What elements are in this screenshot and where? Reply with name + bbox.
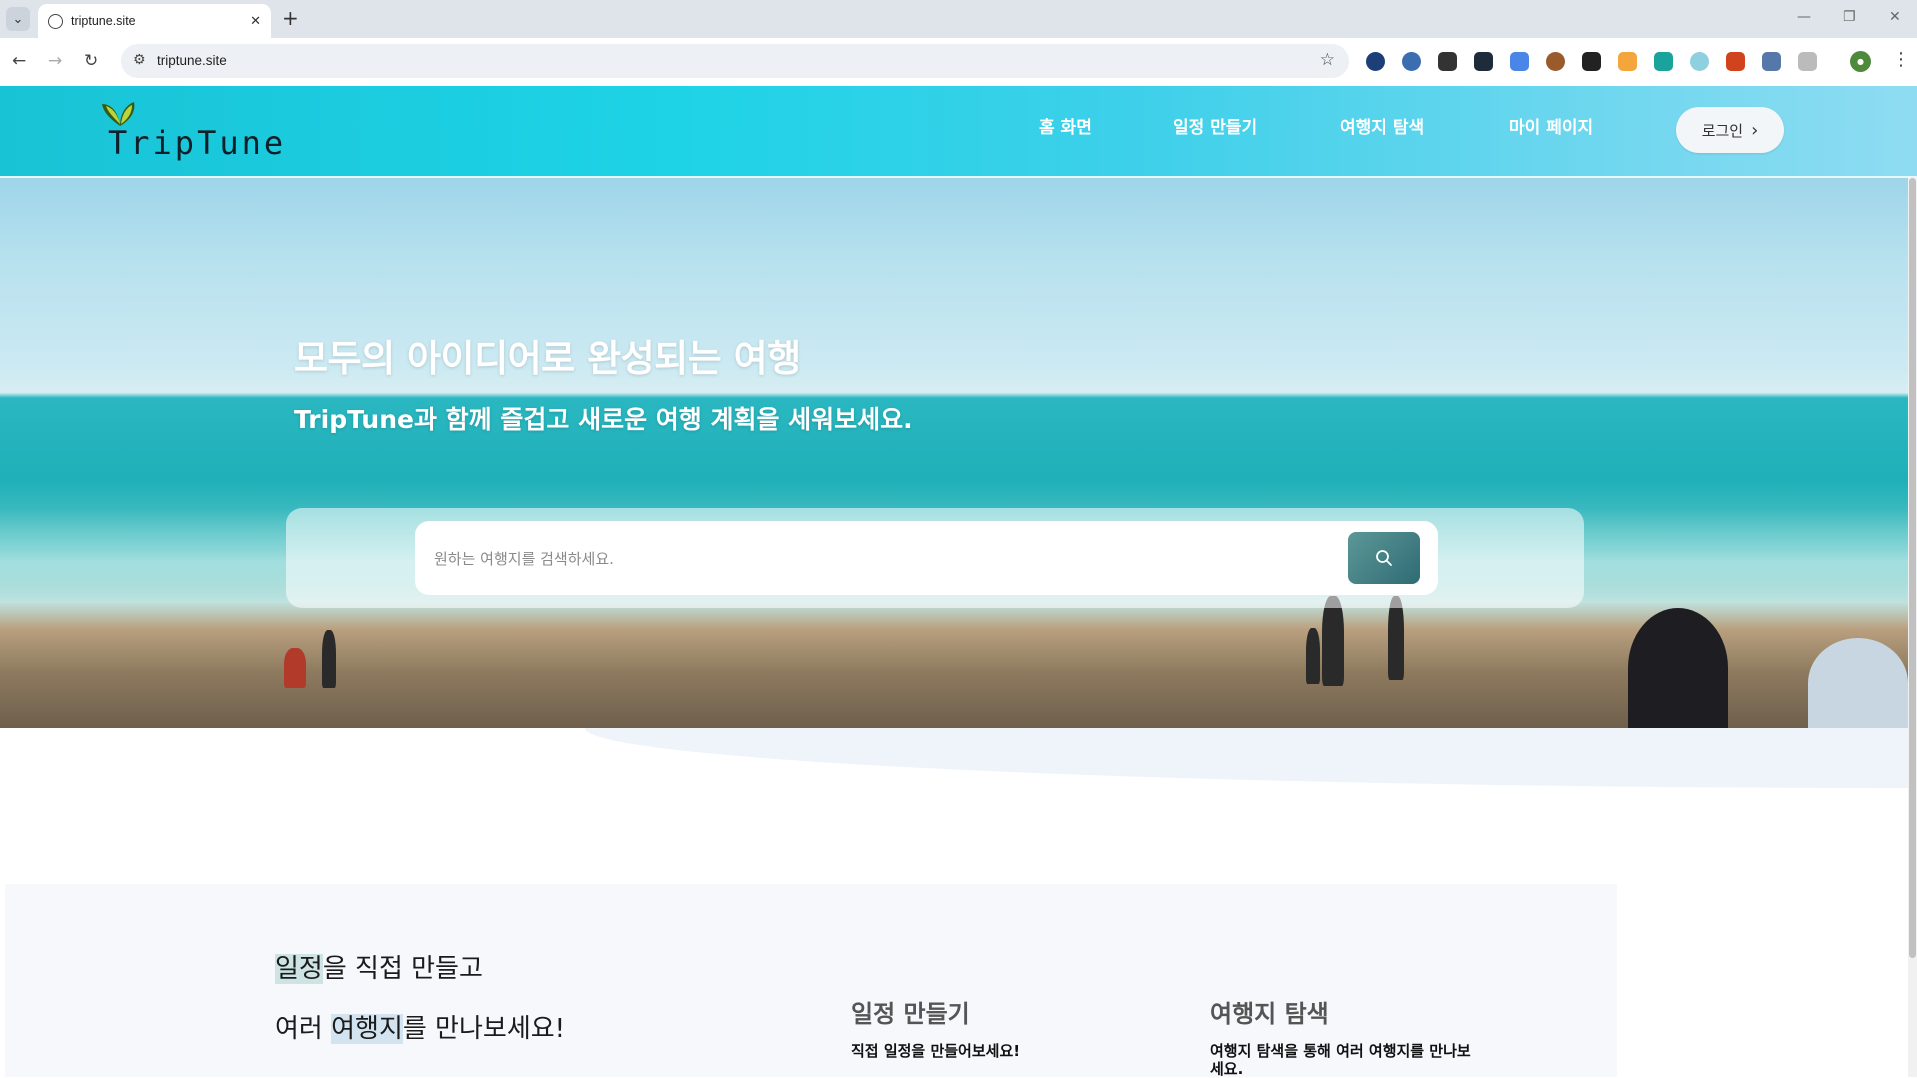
reload-icon[interactable]: ↻ (84, 51, 98, 71)
nav-my-page[interactable]: 마이 페이지 (1509, 113, 1593, 138)
close-tab-icon[interactable]: ✕ (250, 14, 261, 29)
highlight-destination: 여행지 (331, 1014, 403, 1044)
login-button[interactable]: 로그인 › (1676, 107, 1784, 153)
search-panel (286, 508, 1584, 608)
url-text[interactable]: triptune.site (157, 53, 227, 68)
minimize-icon[interactable]: — (1797, 9, 1811, 25)
beach-person-figure (284, 648, 306, 688)
site-settings-icon[interactable]: ⚙ (133, 52, 146, 68)
translate-icon[interactable] (1510, 52, 1529, 71)
browser-toolbar: ← → ↻ ⚙ triptune.site ☆ ● ⋮ (0, 38, 1917, 87)
scrollbar-thumb[interactable] (1909, 178, 1916, 958)
feature-heading-text: 을 직접 만들고 (322, 954, 483, 984)
login-label: 로그인 (1701, 121, 1744, 140)
page-scrollbar[interactable] (1908, 178, 1917, 1077)
forward-icon[interactable]: → (48, 51, 62, 71)
extension-w-icon[interactable] (1762, 52, 1781, 71)
new-tab-button[interactable]: + (282, 8, 299, 28)
bookmark-star-icon[interactable]: ☆ (1320, 50, 1335, 70)
extension-puzzle-dark-icon[interactable] (1438, 52, 1457, 71)
site-header: TripTune 홈 화면 일정 만들기 여행지 탐색 마이 페이지 로그인 › (0, 86, 1917, 178)
browser-tabbar: ⌄ triptune.site ✕ + — ❐ ✕ (0, 0, 1917, 38)
tab-title: triptune.site (71, 14, 136, 28)
highlight-schedule: 일정 (275, 954, 323, 984)
search-button[interactable] (1348, 532, 1420, 584)
globe-icon (48, 13, 63, 29)
extension-avatar-icon[interactable] (1402, 52, 1421, 71)
hero-title: 모두의 아이디어로 완성되는 여행 (294, 337, 801, 380)
circle-extension-icon[interactable] (1690, 52, 1709, 71)
extension-red-icon[interactable] (1726, 52, 1745, 71)
logo-text: TripTune (108, 124, 287, 162)
nav-home[interactable]: 홈 화면 (1039, 113, 1092, 138)
chat-extension-icon[interactable] (1654, 52, 1673, 71)
feature-heading-line2: 여러 여행지를 만나보세요! (275, 1008, 565, 1045)
search-input[interactable] (432, 541, 1336, 577)
profile-avatar[interactable]: ● (1850, 51, 1871, 72)
feature-heading-line1: 일정을 직접 만들고 (275, 948, 483, 985)
eyedropper-icon[interactable] (1582, 52, 1601, 71)
hero-subtitle: TripTune과 함께 즐겁고 새로운 여행 계획을 세워보세요. (294, 405, 913, 434)
chevron-right-icon: › (1751, 119, 1759, 141)
beach-person-figure (1322, 596, 1344, 686)
feature-heading-text: 여러 (275, 1014, 332, 1044)
beach-person-figure (1388, 596, 1404, 680)
cookie-icon[interactable] (1546, 52, 1565, 71)
card-explore-title[interactable]: 여행지 탐색 (1210, 994, 1329, 1029)
card-create-schedule-title[interactable]: 일정 만들기 (851, 994, 970, 1029)
card-create-schedule-desc: 직접 일정을 만들어보세요! (851, 1042, 1021, 1060)
browser-tab[interactable]: triptune.site ✕ (38, 4, 271, 38)
window-close-icon[interactable]: ✕ (1889, 9, 1901, 25)
site-logo[interactable]: TripTune (100, 100, 290, 162)
card-explore-desc: 여행지 탐색을 통해 여러 여행지를 만나보세요. (1210, 1042, 1471, 1078)
search-box (415, 521, 1438, 595)
beach-person-figure (322, 630, 336, 688)
beach-person-figure (1808, 638, 1908, 728)
decorative-curve (585, 728, 1917, 788)
extension-orange-icon[interactable] (1618, 52, 1637, 71)
nav-create-schedule[interactable]: 일정 만들기 (1173, 113, 1257, 138)
feature-heading-text: 를 만나보세요! (402, 1014, 566, 1044)
beach-person-figure (1306, 628, 1320, 684)
extensions-puzzle-icon[interactable] (1798, 52, 1817, 71)
browser-menu-icon[interactable]: ⋮ (1892, 49, 1910, 70)
hero-banner: 모두의 아이디어로 완성되는 여행 TripTune과 함께 즐겁고 새로운 여… (0, 178, 1917, 728)
beach-person-figure (1628, 608, 1728, 728)
extension-react-icon[interactable] (1474, 52, 1493, 71)
back-icon[interactable]: ← (12, 51, 26, 71)
restore-icon[interactable]: ❐ (1843, 9, 1856, 25)
tab-search-icon[interactable]: ⌄ (6, 7, 30, 31)
search-icon (1376, 550, 1392, 566)
nav-explore[interactable]: 여행지 탐색 (1340, 113, 1424, 138)
extension-check-icon[interactable] (1366, 52, 1385, 71)
address-bar[interactable]: ⚙ triptune.site ☆ (121, 44, 1349, 78)
